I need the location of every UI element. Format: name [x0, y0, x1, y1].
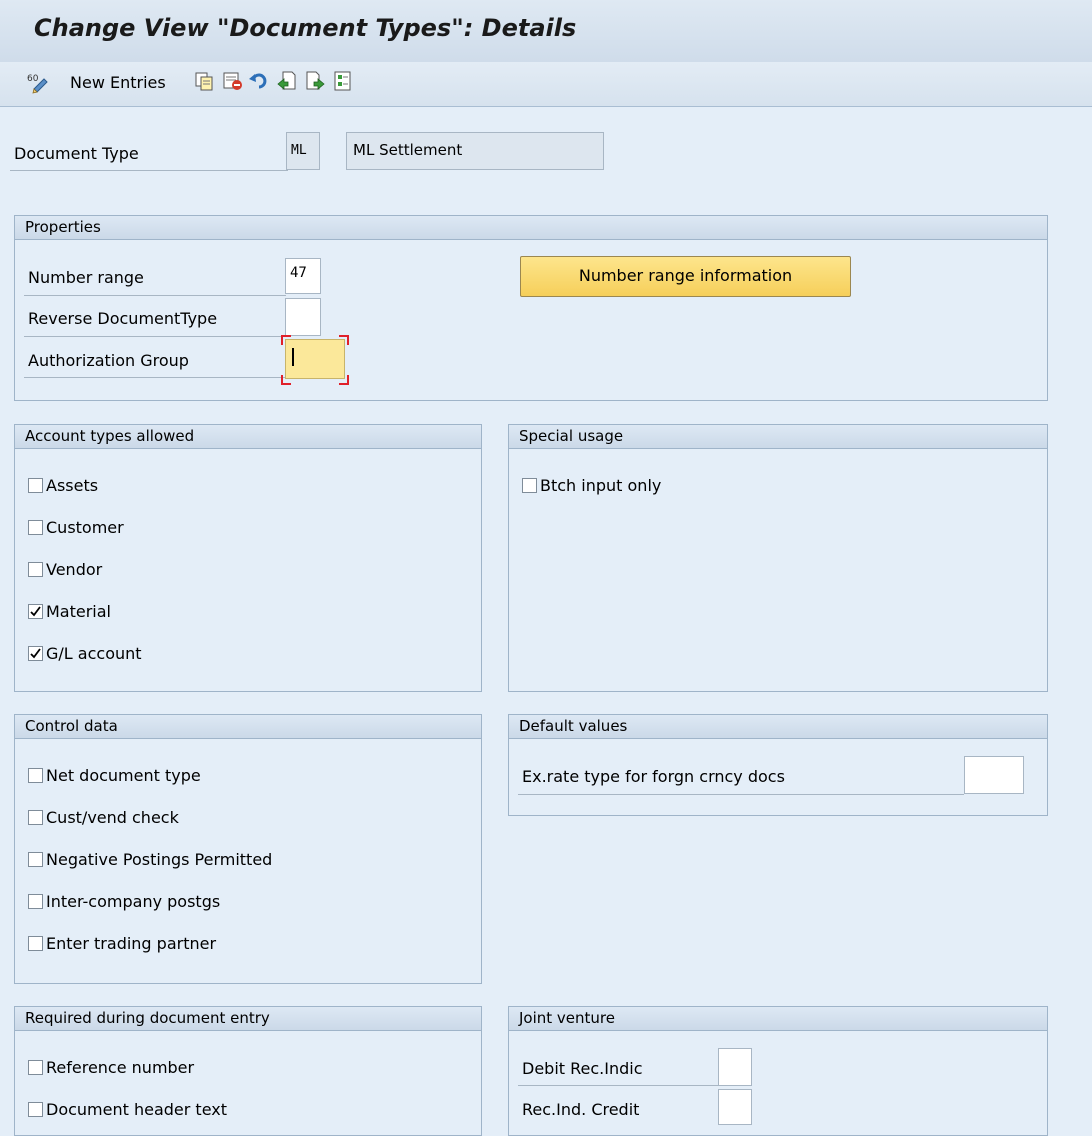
control-data-group-title: Control data	[15, 715, 481, 739]
focus-corner	[339, 335, 349, 345]
checkbox-label: Enter trading partner	[46, 934, 217, 953]
previous-entry-icon[interactable]	[276, 70, 298, 94]
delete-icon[interactable]	[222, 70, 244, 94]
checkbox-label: Negative Postings Permitted	[46, 850, 273, 869]
checkbox-unchecked[interactable]	[28, 768, 43, 783]
checkbox-label: Document header text	[46, 1100, 228, 1119]
checkbox-row[interactable]: Document header text	[28, 1100, 227, 1122]
checkbox-unchecked[interactable]	[28, 852, 43, 867]
exchange-rate-type-label: Ex.rate type for forgn crncy docs	[522, 767, 785, 786]
checkbox-row[interactable]: Customer	[28, 518, 124, 540]
number-range-label: Number range	[28, 268, 144, 287]
checkbox-checked[interactable]	[28, 646, 43, 661]
checkbox-row[interactable]: Reference number	[28, 1058, 194, 1080]
account-types-group-title: Account types allowed	[15, 425, 481, 449]
checkbox-label: Vendor	[46, 560, 103, 579]
divider	[10, 170, 288, 171]
checkbox-row[interactable]: Inter-company postgs	[28, 892, 220, 914]
divider	[24, 377, 286, 378]
undo-icon[interactable]	[248, 70, 270, 94]
checkbox-unchecked[interactable]	[28, 894, 43, 909]
checkbox-label: Customer	[46, 518, 124, 537]
checkbox-unchecked[interactable]	[28, 520, 43, 535]
checkbox-label: Inter-company postgs	[46, 892, 221, 911]
checkbox-row[interactable]: Net document type	[28, 766, 201, 788]
focus-corner	[281, 335, 291, 345]
application-toolbar: 60 New Entries	[0, 62, 1092, 107]
svg-text:60: 60	[27, 74, 39, 84]
new-entries-button[interactable]: New Entries	[70, 73, 166, 92]
checkbox-unchecked[interactable]	[28, 810, 43, 825]
credit-rec-indic-label: Rec.Ind. Credit	[522, 1100, 640, 1119]
checkbox-label: Btch input only	[540, 476, 662, 495]
checkbox-row[interactable]: Material	[28, 602, 111, 624]
checkbox-label: Material	[46, 602, 111, 621]
divider	[24, 336, 286, 337]
page-title: Change View "Document Types": Details	[34, 14, 577, 42]
authorization-group-label: Authorization Group	[28, 351, 189, 370]
special-usage-group: Special usage	[508, 424, 1048, 692]
debit-rec-indic-label: Debit Rec.Indic	[522, 1059, 643, 1078]
checkbox-unchecked[interactable]	[28, 478, 43, 493]
checkbox-row[interactable]: Negative Postings Permitted	[28, 850, 272, 872]
number-range-input[interactable]: 47	[285, 258, 321, 294]
special-usage-group-title: Special usage	[509, 425, 1047, 449]
checkbox-row[interactable]: Assets	[28, 476, 98, 498]
checkbox-row[interactable]: Cust/vend check	[28, 808, 179, 830]
properties-group-title: Properties	[15, 216, 1047, 240]
checkbox-label: G/L account	[46, 644, 142, 663]
debit-rec-indic-input[interactable]	[718, 1048, 752, 1086]
divider	[518, 794, 964, 795]
checkbox-unchecked[interactable]	[28, 1102, 43, 1117]
checkbox-row[interactable]: Btch input only	[522, 476, 661, 498]
authorization-group-input[interactable]	[285, 339, 345, 379]
checkbox-row[interactable]: Enter trading partner	[28, 934, 216, 956]
document-type-description-field: ML Settlement	[346, 132, 604, 170]
credit-rec-indic-input[interactable]	[718, 1089, 752, 1125]
document-type-code-field: ML	[286, 132, 320, 170]
checkbox-unchecked[interactable]	[28, 562, 43, 577]
checkbox-label: Reference number	[46, 1058, 195, 1077]
checkbox-unchecked[interactable]	[522, 478, 537, 493]
reverse-document-type-label: Reverse DocumentType	[28, 309, 218, 328]
checkbox-label: Assets	[46, 476, 99, 495]
checkbox-label: Cust/vend check	[46, 808, 179, 827]
required-entry-group-title: Required during document entry	[15, 1007, 481, 1031]
joint-venture-group-title: Joint venture	[509, 1007, 1047, 1031]
divider	[518, 1085, 718, 1086]
number-range-information-button[interactable]: Number range information	[520, 256, 851, 297]
next-entry-icon[interactable]	[304, 70, 326, 94]
copy-icon[interactable]	[194, 70, 216, 94]
checkbox-label: Net document type	[46, 766, 201, 785]
title-bar: Change View "Document Types": Details	[0, 0, 1092, 63]
exchange-rate-type-input[interactable]	[964, 756, 1024, 794]
checkbox-unchecked[interactable]	[28, 936, 43, 951]
display-change-icon[interactable]: 60	[26, 71, 52, 95]
checkbox-row[interactable]: G/L account	[28, 644, 142, 666]
reverse-document-type-input[interactable]	[285, 298, 321, 336]
select-all-icon[interactable]	[332, 70, 354, 94]
checkbox-row[interactable]: Vendor	[28, 560, 102, 582]
properties-group: Properties	[14, 215, 1048, 401]
focus-corner	[281, 375, 291, 385]
document-type-label: Document Type	[14, 144, 139, 163]
focus-corner	[339, 375, 349, 385]
text-cursor	[292, 348, 294, 366]
default-values-group-title: Default values	[509, 715, 1047, 739]
checkbox-unchecked[interactable]	[28, 1060, 43, 1075]
divider	[24, 295, 286, 296]
checkbox-checked[interactable]	[28, 604, 43, 619]
